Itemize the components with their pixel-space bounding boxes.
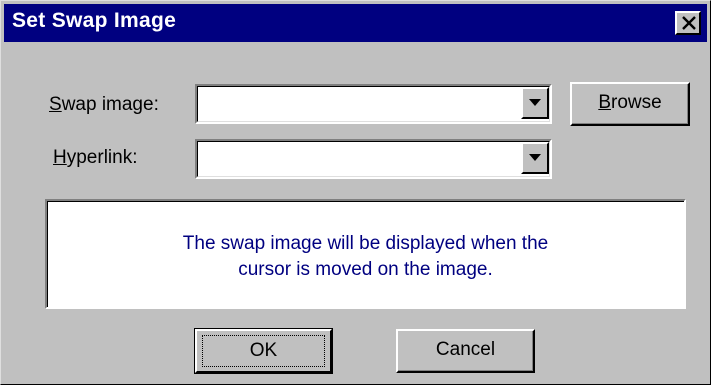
hyperlink-input[interactable]: [201, 145, 518, 173]
browse-button[interactable]: Browse: [570, 82, 690, 126]
dialog-title: Set Swap Image: [12, 9, 177, 32]
hyperlink-label: Hyperlink:: [53, 147, 138, 168]
info-line-1: The swap image will be displayed when th…: [182, 233, 549, 254]
info-line-2: cursor is moved on the image.: [238, 259, 493, 280]
chevron-down-icon: [529, 154, 541, 161]
hyperlink-dropdown-button[interactable]: [521, 142, 549, 174]
close-icon: [682, 16, 696, 30]
close-button[interactable]: [675, 11, 701, 35]
set-swap-image-dialog: Set Swap Image Swap image: Browse Hyperl…: [0, 0, 711, 385]
hyperlink-combobox[interactable]: [195, 139, 552, 179]
ok-button[interactable]: OK: [194, 328, 333, 374]
swap-image-dropdown-button[interactable]: [521, 87, 549, 119]
info-message: The swap image will be displayed when th…: [47, 231, 684, 283]
title-bar[interactable]: Set Swap Image: [4, 4, 707, 42]
info-message-box: The swap image will be displayed when th…: [45, 199, 686, 309]
swap-image-label: Swap image:: [49, 94, 159, 115]
cancel-button[interactable]: Cancel: [396, 329, 535, 373]
swap-image-combobox[interactable]: [195, 84, 552, 124]
chevron-down-icon: [529, 99, 541, 106]
swap-image-input[interactable]: [201, 90, 518, 118]
